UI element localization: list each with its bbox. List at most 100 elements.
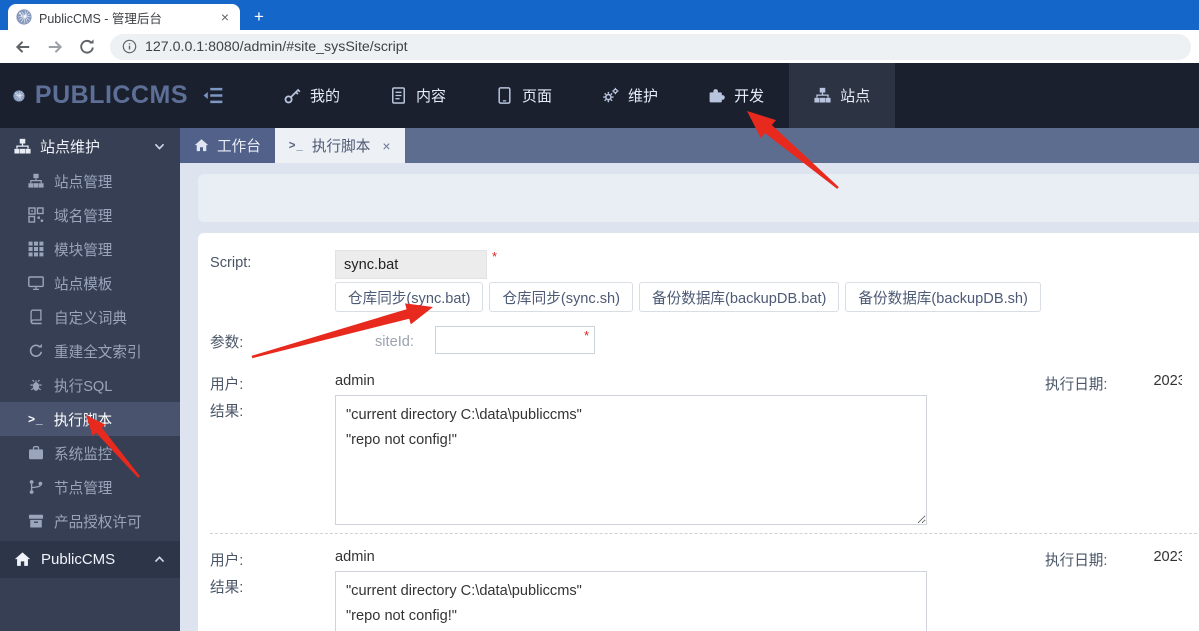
result-label: 结果: — [210, 404, 244, 420]
brand: PUBLICCMS — [0, 63, 188, 128]
user-value: admin — [335, 373, 375, 389]
result-label: 结果: — [210, 580, 244, 596]
chevron-up-icon — [153, 553, 166, 566]
sidebar-section-site-maintenance[interactable]: 站点维护 — [0, 128, 180, 164]
publiccms-logo-icon — [13, 75, 25, 117]
result-row: 结果: "current directory C:\data\publiccms… — [210, 571, 1199, 631]
browser-tab[interactable]: PublicCMS - 管理后台 × — [8, 4, 240, 30]
script-button-sync-bat[interactable]: 仓库同步(sync.bat) — [335, 282, 484, 312]
grid-icon — [28, 241, 44, 257]
reload-icon[interactable] — [78, 38, 96, 56]
script-button-backupdb-bat[interactable]: 备份数据库(backupDB.bat) — [639, 282, 840, 312]
chevron-down-icon — [153, 140, 166, 153]
execution-record: 用户: admin 执行日期: 2023 结果: "current direct… — [210, 533, 1199, 631]
address-bar[interactable]: 127.0.0.1:8080/admin/#site_sysSite/scrip… — [110, 33, 1191, 60]
result-textarea[interactable]: "current directory C:\data\publiccms" "r… — [335, 395, 927, 525]
result-textarea[interactable]: "current directory C:\data\publiccms" "r… — [335, 571, 927, 631]
nav-site[interactable]: 站点 — [789, 63, 896, 128]
user-row: 用户: admin 执行日期: 2023 — [210, 368, 1199, 393]
tab-workbench[interactable]: 工作台 — [180, 128, 275, 163]
forward-icon[interactable] — [46, 38, 64, 56]
puzzle-icon — [708, 87, 725, 104]
siteid-input-wrap: * — [435, 326, 595, 354]
date-label: 执行日期: — [1045, 377, 1108, 393]
sidebar-item-system-monitor[interactable]: 系统监控 — [0, 436, 180, 470]
close-icon[interactable]: × — [382, 138, 390, 154]
user-row: 用户: admin 执行日期: 2023 — [210, 544, 1199, 569]
script-button-sync-sh[interactable]: 仓库同步(sync.sh) — [489, 282, 634, 312]
sidebar-item-site-templates[interactable]: 站点模板 — [0, 266, 180, 300]
execution-date: 执行日期: 2023 — [1045, 544, 1182, 570]
toolbar-panel — [198, 174, 1199, 222]
sidebar-item-execute-sql[interactable]: 执行SQL — [0, 368, 180, 402]
script-input[interactable] — [335, 250, 487, 279]
siteid-label: siteId: — [375, 334, 414, 350]
sidebar-collapse-button[interactable] — [188, 63, 237, 128]
siteid-input[interactable] — [435, 326, 595, 354]
user-value: admin — [335, 549, 375, 565]
sitemap-icon — [14, 138, 31, 155]
site-info-icon[interactable] — [122, 39, 137, 54]
execution-record: 用户: admin 执行日期: 2023 结果: "current direct… — [210, 368, 1199, 525]
close-tab-icon[interactable]: × — [218, 9, 232, 25]
terminal-icon: >_ — [288, 139, 304, 152]
nav-my[interactable]: 我的 — [259, 63, 365, 128]
nav-page[interactable]: 页面 — [471, 63, 577, 128]
top-nav-items: 我的 内容 页面 维护 开发 站点 — [259, 63, 896, 128]
qrcode-icon — [28, 207, 44, 223]
new-tab-button[interactable]: + — [254, 8, 264, 25]
script-buttons-row: 仓库同步(sync.bat) 仓库同步(sync.sh) 备份数据库(backu… — [335, 282, 1199, 312]
sidebar-item-custom-dictionary[interactable]: 自定义词典 — [0, 300, 180, 334]
execution-date: 执行日期: 2023 — [1045, 368, 1182, 394]
script-label: Script: — [210, 255, 252, 271]
browser-toolbar: 127.0.0.1:8080/admin/#site_sysSite/scrip… — [0, 30, 1199, 63]
script-form-panel: Script: * 仓库同步(sync.bat) 仓库同步(sync.sh) 备… — [198, 233, 1199, 631]
date-value: 2023 — [1153, 373, 1183, 389]
browser-tab-strip: PublicCMS - 管理后台 × + — [0, 0, 1199, 30]
tablet-icon — [496, 87, 513, 104]
script-button-backupdb-sh[interactable]: 备份数据库(backupDB.sh) — [845, 282, 1041, 312]
sidebar-item-execute-script[interactable]: >_ 执行脚本 — [0, 402, 180, 436]
book-icon — [28, 309, 44, 325]
date-value: 2023 — [1153, 549, 1183, 565]
sitemap-icon — [814, 87, 831, 104]
nav-content[interactable]: 内容 — [365, 63, 471, 128]
required-mark: * — [492, 249, 498, 264]
user-label: 用户: — [210, 553, 244, 569]
desktop-icon — [28, 275, 44, 291]
sidebar-section-publiccms[interactable]: PublicCMS — [0, 541, 180, 578]
result-row: 结果: "current directory C:\data\publiccms… — [210, 395, 1199, 525]
sitemap-icon — [28, 173, 44, 189]
sidebar-item-module-management[interactable]: 模块管理 — [0, 232, 180, 266]
sidebar-item-node-management[interactable]: 节点管理 — [0, 470, 180, 504]
params-row: 参数: siteId: * — [210, 326, 1199, 354]
box-icon — [28, 513, 44, 529]
url-text[interactable]: 127.0.0.1:8080/admin/#site_sysSite/scrip… — [145, 39, 408, 55]
sidebar-item-site-management[interactable]: 站点管理 — [0, 164, 180, 198]
gears-icon — [602, 87, 619, 104]
tab-execute-script[interactable]: >_ 执行脚本 × — [274, 128, 405, 163]
nav-maintenance[interactable]: 维护 — [577, 63, 683, 128]
sidebar: 站点维护 站点管理 域名管理 模块管理 站点模板 自定义词典 重建全文索引 执行… — [0, 128, 180, 631]
publiccms-favicon — [16, 9, 32, 25]
outdent-icon — [202, 85, 223, 106]
params-label: 参数: — [210, 335, 244, 351]
required-mark: * — [583, 328, 589, 343]
sidebar-item-domain-management[interactable]: 域名管理 — [0, 198, 180, 232]
home-icon — [194, 138, 209, 153]
browser-tab-title: PublicCMS - 管理后台 — [39, 11, 162, 26]
date-label: 执行日期: — [1045, 553, 1108, 569]
content-tab-strip: 工作台 >_ 执行脚本 × — [180, 128, 1199, 163]
branch-icon — [28, 479, 44, 495]
file-icon — [390, 87, 407, 104]
main-area: 工作台 >_ 执行脚本 × Script: * 仓库同步(sync.bat — [180, 128, 1199, 631]
key-icon — [284, 87, 301, 104]
sidebar-item-product-license[interactable]: 产品授权许可 — [0, 504, 180, 538]
bug-icon — [28, 377, 44, 393]
sidebar-item-rebuild-index[interactable]: 重建全文索引 — [0, 334, 180, 368]
script-row: Script: * — [210, 250, 1199, 279]
terminal-icon: >_ — [28, 412, 44, 426]
back-icon[interactable] — [14, 38, 32, 56]
nav-development[interactable]: 开发 — [683, 63, 789, 128]
content-area: Script: * 仓库同步(sync.bat) 仓库同步(sync.sh) 备… — [180, 163, 1199, 631]
